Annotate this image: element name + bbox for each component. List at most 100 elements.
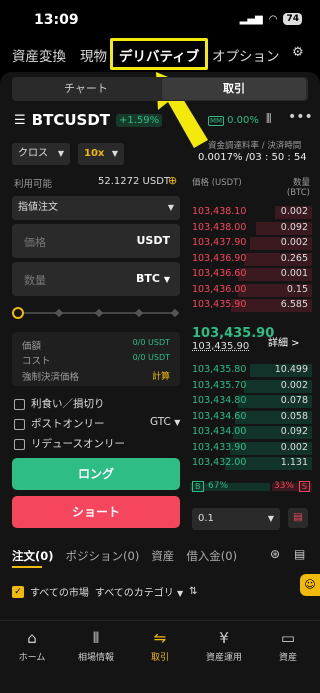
tabbar-earn[interactable]: ¥ 資産運用 [192,621,256,663]
precision-select[interactable]: 0.1 ▼ [192,508,280,530]
checkbox[interactable] [14,438,25,450]
tabbar-home-label: ホーム [18,653,46,663]
tif-select[interactable]: GTC ▼ [150,416,180,428]
tab-orders[interactable]: 注文(0) [12,548,54,564]
price-input[interactable]: 価格 USDT [12,224,180,258]
yen-icon: ¥ [219,629,229,647]
settings-icon[interactable]: ⚙ [292,45,304,60]
chevron-down-icon: ▼ [267,514,274,523]
long-button[interactable]: ロング [12,458,180,490]
tab-positions[interactable]: ポジション(0) [66,548,140,564]
ask-row[interactable]: 103,438.10 0.002 [188,206,312,219]
buy-ratio: 67% [208,481,229,491]
leverage-select[interactable]: 10x ▼ [78,143,124,165]
qty-slider[interactable] [12,306,180,320]
bid-row[interactable]: 103,434.80 0.078 [188,395,312,408]
tabbar-home[interactable]: ⌂ ホーム [0,621,64,663]
tab-trade[interactable]: 取引 [162,78,306,100]
bid-row[interactable]: 103,434.60 0.058 [188,410,312,424]
ask-row[interactable]: 103,436.60 0.001 [188,268,312,281]
add-funds-icon[interactable]: ⊕ [168,174,177,187]
ask-row[interactable]: 103,436.00 0.15 [188,283,312,297]
tabbar-trade[interactable]: ⇋ 取引 [128,621,192,663]
available-value: 52.1272 USDT [98,176,171,187]
liq-calc-link[interactable]: 計算 [152,369,170,382]
ob-qty: 0.078 [280,395,308,406]
short-button[interactable]: ショート [12,496,180,528]
trade-icon: ⇋ [153,629,167,647]
order-type-select[interactable]: 指値注文 ▼ [12,196,180,220]
more-icon[interactable]: ••• [288,109,313,125]
ask-row[interactable]: 103,435.90 6.585 [188,299,312,312]
order-type-label: 指値注文 [18,202,58,213]
ob-qty: 0.002 [280,237,308,248]
wifi-icon: ◠ [268,13,278,25]
menu-icon[interactable]: ☰ [14,113,26,128]
last-price: 103,435.90 [192,326,275,341]
ob-price: 103,437.90 [192,237,247,248]
highlight-box: デリバティブ [110,38,208,70]
ask-row[interactable]: 103,438.00 0.092 [188,221,312,235]
tabbar-markets[interactable]: ⫴ 相場情報 [64,621,128,663]
ob-price: 103,438.10 [192,206,247,217]
tpsl-option[interactable]: 利食い／損切り [14,396,105,411]
pair-symbol[interactable]: BTCUSDT [32,111,110,129]
bid-row[interactable]: 103,435.80 10.499 [188,364,312,377]
price-placeholder: 価格 [24,236,46,249]
ob-qty: 0.092 [280,426,308,437]
tab-loans[interactable]: 借入金(0) [186,548,237,564]
value-label: 価額 [22,341,42,352]
ob-price: 103,432.00 [192,457,247,468]
ob-layout-icon[interactable]: ▤ [288,508,308,528]
bid-row[interactable]: 103,434.00 0.092 [188,426,312,439]
pair-header[interactable]: ☰ BTCUSDT +1.59% [14,111,163,129]
nav-derivatives[interactable]: デリバティブ [119,45,199,65]
tab-chart[interactable]: チャート [12,77,160,101]
checkbox[interactable] [14,398,25,410]
post-only-option[interactable]: ポストオンリー [14,416,105,431]
tab-assets[interactable]: 資産 [151,548,174,564]
detail-link[interactable]: 詳細 > [268,334,300,349]
filter-category[interactable]: すべてのカテゴリ ▼ [95,584,183,599]
ratio-bar: B 67% 33% S [190,481,312,493]
floating-assistant-icon[interactable]: ☺ [300,574,320,596]
tif-label: GTC [150,416,171,428]
slider-handle[interactable] [12,307,24,319]
bid-row[interactable]: 103,435.70 0.002 [188,379,312,393]
home-icon: ⌂ [27,629,37,647]
qty-unit-select[interactable]: BTC ▼ [136,272,170,285]
ask-row[interactable]: 103,436.90 0.265 [188,252,312,266]
slider-tick [170,308,180,318]
nav-spot[interactable]: 現物 [80,45,107,65]
chevron-down-icon: ▼ [163,275,170,284]
settings-icon[interactable]: ⊛ [270,547,280,561]
nav-convert[interactable]: 資産変換 [12,45,66,65]
reduce-only-option[interactable]: リデュースオンリー [14,436,125,451]
bid-row[interactable]: 103,432.00 1.131 [188,457,312,470]
mark-price[interactable]: 103,435.90 [192,341,249,352]
available-label: 利用可能 [14,179,53,190]
checkbox-checked-icon[interactable]: ✓ [12,585,24,598]
nav-options[interactable]: オプション [212,45,280,65]
ob-qty: 0.265 [280,252,308,264]
post-only-label: ポストオンリー [31,418,105,430]
sort-icon[interactable]: ⇅ [189,586,197,597]
slider-tick [54,308,64,318]
value-value: 0/0 USDT [132,338,170,347]
ask-row[interactable]: 103,437.90 0.002 [188,237,312,250]
chevron-down-icon: ▼ [177,589,184,598]
ob-price: 103,435.90 [192,299,247,310]
filter-market[interactable]: すべての市場 [30,584,89,599]
qty-input[interactable]: 数量 BTC ▼ [12,262,180,296]
checkbox[interactable] [14,418,25,430]
sell-ratio: 33% [273,481,294,491]
bid-row[interactable]: 103,433.90 0.002 [188,441,312,455]
ob-price: 103,433.90 [192,441,247,453]
candles-icon[interactable]: ⫴ [266,112,271,127]
margin-mode-select[interactable]: クロス ▼ [12,143,70,165]
tpsl-label: 利食い／損切り [31,398,105,410]
active-tab-indicator [12,566,42,568]
qty-placeholder: 数量 [24,274,46,287]
document-icon[interactable]: ▤ [294,547,305,561]
tabbar-assets[interactable]: ▭ 資産 [256,621,320,663]
